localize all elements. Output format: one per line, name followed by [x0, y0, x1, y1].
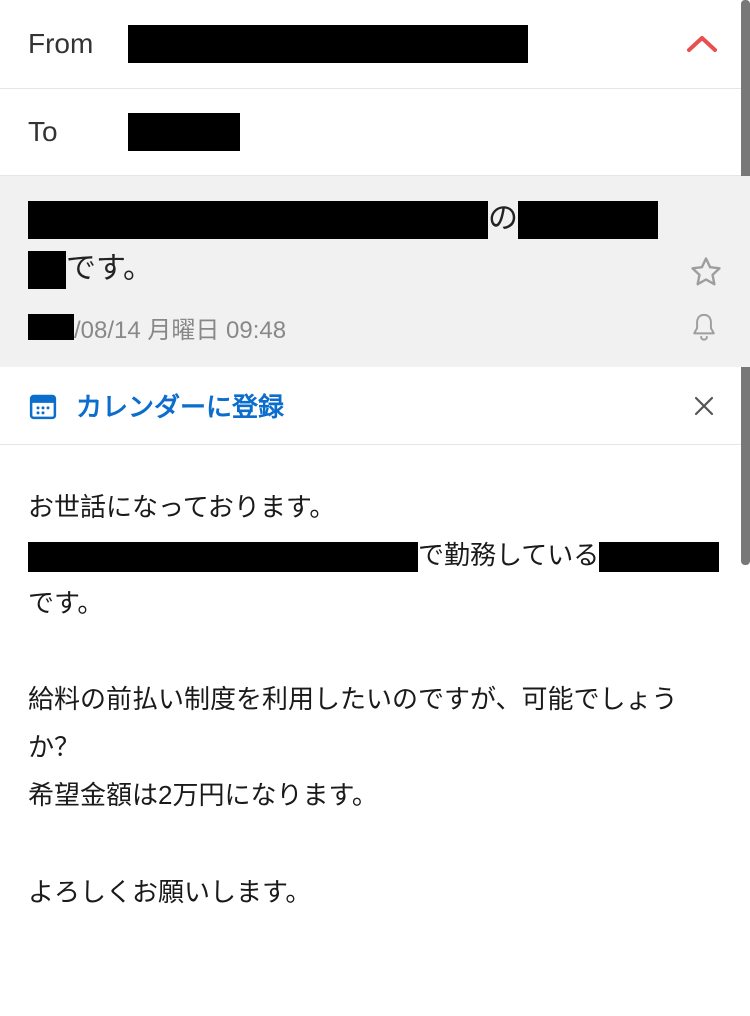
to-value-redacted [128, 113, 240, 151]
from-row: From [0, 0, 750, 89]
body-line1-mid: で勤務している [418, 540, 599, 570]
star-button[interactable] [686, 252, 726, 292]
calendar-action-row: カレンダーに登録 [0, 367, 750, 445]
to-label: To [28, 116, 128, 148]
body-paragraph-1: お世話になっております。 で勤務しているです。 [28, 483, 722, 627]
close-icon [693, 395, 715, 417]
star-outline-icon [689, 255, 723, 289]
subject-redacted-3 [28, 251, 66, 289]
subject-suffix: です。 [66, 252, 153, 285]
body-para2-line1: 給料の前払い制度を利用したいのですが、可能でしょうか？ [28, 684, 677, 762]
date-text: /08/14 月曜日 09:48 [74, 310, 286, 345]
body-line1-end: です。 [28, 588, 103, 618]
body-paragraph-2: 給料の前払い制度を利用したいのですが、可能でしょうか？ 希望金額は2万円になりま… [28, 675, 722, 819]
dismiss-calendar-button[interactable] [686, 388, 722, 424]
chevron-up-icon [686, 34, 718, 54]
reminder-button[interactable] [686, 309, 722, 345]
subject-text: の です。 [28, 194, 722, 293]
body-closing: よろしくお願いします。 [28, 877, 311, 907]
calendar-icon [28, 391, 58, 421]
body-redacted-name [599, 542, 719, 572]
body-para2-line2: 希望金額は2万円になります。 [28, 780, 378, 810]
bell-outline-icon [690, 312, 718, 342]
date-year-redacted [28, 314, 74, 340]
email-body: お世話になっております。 で勤務しているです。 給料の前払い制度を利用したいので… [0, 445, 750, 954]
from-value-redacted [128, 25, 528, 63]
collapse-button[interactable] [682, 24, 722, 64]
from-label: From [28, 28, 128, 60]
to-row: To [0, 89, 750, 176]
date-row: /08/14 月曜日 09:48 [28, 309, 722, 345]
body-redacted-company [28, 542, 418, 572]
subject-particle: の [488, 202, 518, 235]
body-greeting: お世話になっております。 [28, 492, 335, 522]
calendar-register-link[interactable]: カレンダーに登録 [76, 387, 284, 424]
subject-section: の です。 /08/14 月曜日 09:48 [0, 176, 750, 367]
body-paragraph-3: よろしくお願いします。 [28, 868, 722, 916]
subject-redacted-1 [28, 201, 488, 239]
subject-redacted-2 [518, 201, 658, 239]
